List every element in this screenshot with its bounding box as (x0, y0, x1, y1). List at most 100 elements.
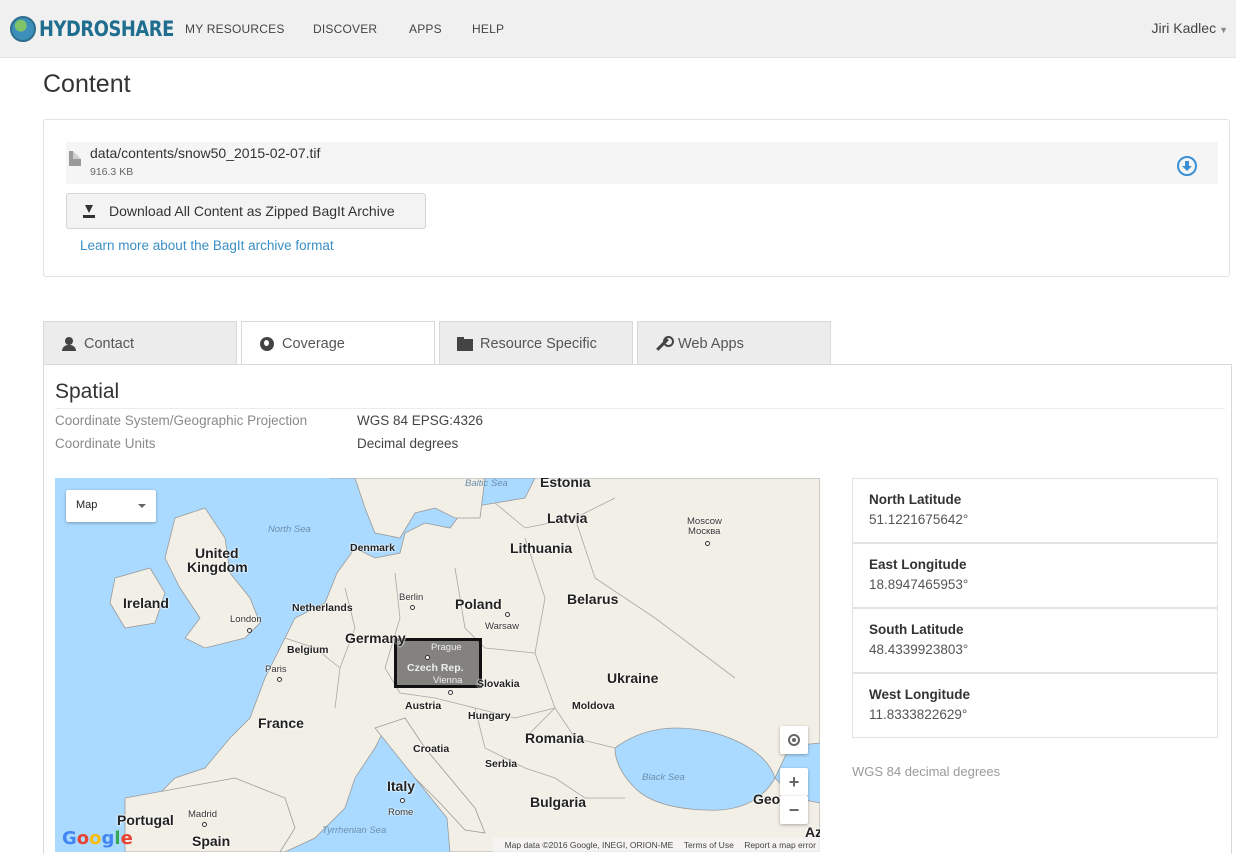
map-label: Slovakia (477, 678, 520, 690)
map-label: Moldova (572, 700, 615, 712)
map-label: Croatia (413, 743, 450, 755)
city-dot-icon (247, 628, 252, 633)
map-label: Rome (388, 807, 414, 818)
city-dot-icon (505, 612, 510, 617)
tab-coverage[interactable]: Coverage (241, 321, 435, 366)
map-label: Baltic Sea (465, 478, 508, 489)
wrench-icon (655, 335, 674, 351)
map-label: Austria (405, 700, 442, 712)
download-bagit-label: Download All Content as Zipped BagIt Arc… (109, 203, 395, 219)
tab-web-apps[interactable]: Web Apps (637, 321, 831, 365)
coverage-map[interactable]: Map Baltic Sea Estonia Latvia Moscow Мос… (55, 478, 820, 852)
map-label: Ukraine (607, 670, 659, 686)
map-label: Paris (265, 664, 287, 675)
map-label: Romania (525, 730, 585, 746)
map-label: Madrid (188, 809, 218, 820)
map-label: Tyrrhenian Sea (322, 825, 387, 836)
terms-of-use-link[interactable]: Terms of Use (684, 840, 734, 850)
page-title: Content (43, 70, 131, 98)
globe-icon (259, 337, 275, 351)
city-dot-icon (410, 605, 415, 610)
report-map-error-link[interactable]: Report a map error (744, 840, 816, 850)
city-dot-icon (277, 677, 282, 682)
caret-down-icon: ▼ (1219, 25, 1228, 35)
map-label: Germany (345, 630, 406, 646)
user-name: Jiri Kadlec (1151, 20, 1217, 36)
file-row[interactable]: data/contents/snow50_2015-02-07.tif 916.… (66, 142, 1218, 184)
west-longitude-box: West Longitude 11.8333822629° (852, 673, 1218, 738)
nav-my-resources[interactable]: MY RESOURCES (185, 22, 285, 36)
map-label: Москва (688, 526, 721, 537)
map-label: Poland (455, 596, 502, 612)
map-label: Czech Rep. (407, 662, 464, 674)
download-icon (83, 204, 95, 218)
city-dot-icon (705, 541, 710, 546)
user-menu[interactable]: Jiri Kadlec ▼ (1151, 20, 1228, 36)
tab-resource-specific[interactable]: Resource Specific (439, 321, 633, 365)
city-dot-icon (425, 655, 430, 660)
map-label: Italy (387, 778, 416, 794)
city-dot-icon (448, 690, 453, 695)
folder-icon (457, 336, 473, 351)
map-label: Berlin (399, 592, 424, 603)
locate-icon (788, 734, 800, 746)
my-location-button[interactable] (780, 726, 808, 754)
coord-units-value: Decimal degrees (357, 436, 459, 451)
zoom-in-button[interactable]: + (780, 768, 808, 796)
map-label: Belgium (287, 644, 329, 656)
nav-help[interactable]: HELP (472, 22, 504, 36)
user-icon (61, 336, 77, 351)
map-label: Geo (753, 791, 781, 807)
content-panel: data/contents/snow50_2015-02-07.tif 916.… (43, 119, 1230, 277)
south-latitude-label: South Latitude (869, 622, 964, 637)
map-label: Lithuania (510, 540, 573, 556)
map-label: Warsaw (485, 621, 519, 632)
tab-contact[interactable]: Contact (43, 321, 237, 365)
east-longitude-label: East Longitude (869, 557, 967, 572)
divider (55, 408, 1225, 409)
map-label: Prague (431, 642, 462, 653)
google-logo[interactable]: Google (62, 828, 133, 849)
west-longitude-label: West Longitude (869, 687, 970, 702)
download-file-icon[interactable] (1177, 156, 1197, 176)
map-attribution: Map data ©2016 Google, INEGI, ORION-ME T… (492, 838, 820, 852)
nav-discover[interactable]: DISCOVER (313, 22, 377, 36)
map-label: Vienna (433, 675, 463, 686)
east-longitude-value: 18.8947465953° (869, 577, 969, 592)
nav-apps[interactable]: APPS (409, 22, 442, 36)
map-label: Belarus (567, 591, 619, 607)
north-latitude-box: North Latitude 51.1221675642° (852, 478, 1218, 543)
hydroshare-logo[interactable]: HYDROSHARE (10, 16, 198, 42)
bagit-info-link[interactable]: Learn more about the BagIt archive forma… (80, 238, 334, 253)
map-data-credit: Map data ©2016 Google, INEGI, ORION-ME (504, 840, 674, 850)
map-label: London (230, 614, 262, 625)
map-label: North Sea (268, 524, 311, 535)
map-label: Spain (192, 833, 231, 849)
east-longitude-box: East Longitude 18.8947465953° (852, 543, 1218, 608)
map-type-select[interactable]: Map (66, 490, 156, 522)
south-latitude-value: 48.4339923803° (869, 642, 969, 657)
map-label: Serbia (485, 758, 518, 770)
map-label: Latvia (547, 510, 588, 526)
map-label: Black Sea (642, 772, 685, 783)
file-icon (69, 151, 81, 166)
map-label: Hungary (468, 710, 511, 722)
tab-coverage-label: Coverage (282, 336, 345, 352)
coord-system-label: Coordinate System/Geographic Projection (55, 413, 308, 428)
north-latitude-value: 51.1221675642° (869, 512, 969, 527)
map-label: Netherlands (292, 602, 353, 614)
top-navbar: HYDROSHARE MY RESOURCES DISCOVER APPS HE… (0, 0, 1236, 58)
logo-text: HYDROSHARE (39, 17, 174, 41)
north-latitude-label: North Latitude (869, 492, 962, 507)
download-bagit-button[interactable]: Download All Content as Zipped BagIt Arc… (66, 193, 426, 229)
west-longitude-value: 11.8333822629° (869, 707, 968, 722)
zoom-out-button[interactable]: − (780, 796, 808, 824)
globe-logo-icon (10, 16, 36, 42)
map-label: France (258, 715, 304, 731)
city-dot-icon (400, 798, 405, 803)
file-name[interactable]: data/contents/snow50_2015-02-07.tif (90, 145, 320, 161)
map-label: Denmark (350, 542, 395, 554)
coord-units-label: Coordinate Units (55, 436, 156, 451)
south-latitude-box: South Latitude 48.4339923803° (852, 608, 1218, 673)
city-dot-icon (202, 822, 207, 827)
